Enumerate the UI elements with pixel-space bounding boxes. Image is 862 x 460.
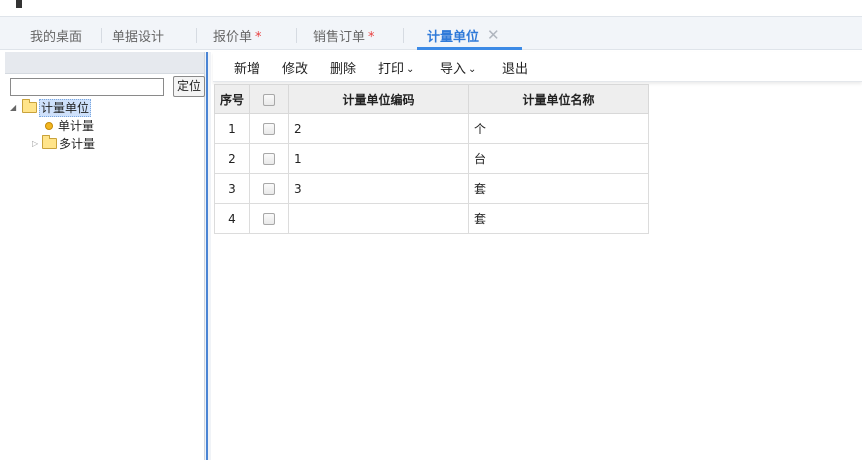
print-menu-button[interactable]: 打印 ⌄: [378, 58, 414, 77]
unit-grid: 序号 计量单位编码 计量单位名称 1 2 个 2 1 台 3 3 套 4 套: [214, 84, 649, 234]
edit-button[interactable]: 修改: [282, 58, 308, 77]
tab-divider: [296, 28, 297, 43]
select-all-checkbox[interactable]: [263, 93, 275, 106]
leaf-node-icon: [45, 122, 53, 130]
modified-indicator: *: [255, 30, 262, 45]
cell-code[interactable]: 3: [288, 173, 469, 204]
toolbar: 新增 修改 删除 打印 ⌄ 导入 ⌄ 退出: [213, 52, 862, 82]
tab-label: 报价单: [213, 30, 253, 45]
row-checkbox[interactable]: [263, 123, 275, 135]
row-seq: 2: [214, 143, 250, 174]
row-checkbox-cell[interactable]: [249, 173, 289, 204]
folder-icon: [42, 135, 57, 149]
row-checkbox-cell[interactable]: [249, 113, 289, 144]
panel-splitter[interactable]: [205, 52, 211, 460]
tab-quotation[interactable]: 报价单 *: [213, 26, 262, 50]
import-label: 导入: [440, 62, 467, 77]
app-header: [0, 0, 862, 16]
column-header-code[interactable]: 计量单位编码: [288, 84, 469, 114]
table-row[interactable]: 1 2 个: [214, 113, 649, 144]
cell-name[interactable]: 台: [468, 143, 649, 174]
expanded-caret-icon[interactable]: ◢: [10, 100, 16, 116]
tree-node-label: 多计量: [59, 137, 96, 151]
cell-name[interactable]: 套: [468, 173, 649, 204]
tab-sales-order[interactable]: 销售订单 *: [313, 26, 375, 50]
tab-bar: 我的桌面 单据设计 报价单 * 销售订单 * 计量单位 ✕: [0, 16, 862, 50]
row-checkbox-cell[interactable]: [249, 203, 289, 234]
row-checkbox[interactable]: [263, 153, 275, 165]
chevron-down-icon: ⌄: [406, 64, 415, 75]
locate-button[interactable]: 定位: [173, 76, 205, 97]
print-label: 打印: [378, 62, 405, 77]
tab-document-design[interactable]: 单据设计: [112, 26, 164, 50]
chevron-down-icon: ⌄: [468, 64, 477, 75]
tree-panel-header: [5, 52, 204, 74]
active-tab-indicator: [417, 47, 522, 50]
close-icon[interactable]: ✕: [487, 26, 500, 44]
collapsed-caret-icon[interactable]: ▷: [32, 136, 38, 152]
row-checkbox-cell[interactable]: [249, 143, 289, 174]
row-seq: 1: [214, 113, 250, 144]
tab-measurement-unit[interactable]: 计量单位 ✕: [417, 26, 522, 50]
cell-code[interactable]: 1: [288, 143, 469, 174]
cell-code[interactable]: [288, 203, 469, 234]
tree-node-label: 单计量: [58, 119, 95, 133]
tab-label: 计量单位: [427, 30, 480, 45]
row-checkbox[interactable]: [263, 213, 275, 225]
exit-button[interactable]: 退出: [502, 58, 528, 77]
import-menu-button[interactable]: 导入 ⌄: [440, 58, 476, 77]
table-row[interactable]: 3 3 套: [214, 173, 649, 204]
tree-panel: 定位 ◢ 计量单位 单计量 ▷ 多计量: [5, 52, 205, 460]
logo-icon: [16, 0, 22, 8]
cell-code[interactable]: 2: [288, 113, 469, 144]
cell-name[interactable]: 个: [468, 113, 649, 144]
tab-label: 单据设计: [112, 30, 165, 45]
tab-divider: [196, 28, 197, 43]
table-row[interactable]: 4 套: [214, 203, 649, 234]
folder-open-icon: [22, 99, 37, 113]
add-button[interactable]: 新增: [234, 58, 260, 77]
splitter-line: [206, 52, 208, 460]
row-seq: 4: [214, 203, 250, 234]
delete-button[interactable]: 删除: [330, 58, 356, 77]
tab-my-desktop[interactable]: 我的桌面: [30, 26, 82, 50]
modified-indicator: *: [368, 30, 375, 45]
row-seq: 3: [214, 173, 250, 204]
tree-node-label: 计量单位: [39, 99, 92, 117]
table-row[interactable]: 2 1 台: [214, 143, 649, 174]
tab-label: 销售订单: [313, 30, 366, 45]
tab-divider: [101, 28, 102, 43]
tab-divider: [403, 28, 404, 43]
grid-header-row: 序号 计量单位编码 计量单位名称: [214, 84, 649, 114]
tree-search-input[interactable]: [10, 78, 164, 96]
column-header-seq: 序号: [214, 84, 250, 114]
column-header-name[interactable]: 计量单位名称: [468, 84, 649, 114]
tab-label: 我的桌面: [30, 30, 83, 45]
select-all-checkbox-cell[interactable]: [249, 84, 289, 114]
cell-name[interactable]: 套: [468, 203, 649, 234]
row-checkbox[interactable]: [263, 183, 275, 195]
